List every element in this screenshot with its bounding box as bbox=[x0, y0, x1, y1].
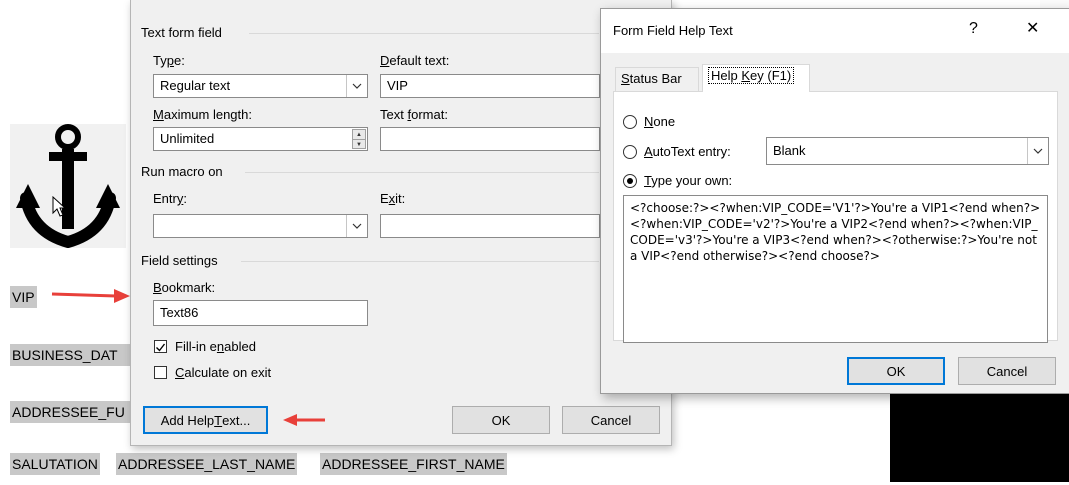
black-image-block bbox=[890, 392, 1069, 482]
red-arrow-icon bbox=[283, 414, 325, 426]
cancel-button[interactable]: Cancel bbox=[562, 406, 660, 434]
title-bar[interactable]: Form Field Help Text ? ✕ bbox=[601, 9, 1069, 53]
none-radio[interactable] bbox=[623, 115, 637, 129]
dialog-title: Form Field Help Text bbox=[613, 23, 733, 38]
entry-label: Entry: bbox=[153, 191, 187, 206]
max-length-spinner[interactable]: Unlimited ▲ ▼ bbox=[153, 127, 368, 151]
cancel-button[interactable]: Cancel bbox=[958, 357, 1056, 385]
fill-in-enabled-checkbox[interactable] bbox=[154, 340, 167, 353]
checkmark-icon bbox=[156, 343, 166, 352]
type-dropdown[interactable]: Regular text bbox=[153, 74, 368, 98]
bookmark-label: Bookmark: bbox=[153, 280, 216, 295]
autotext-label[interactable]: AutoText entry: bbox=[644, 144, 731, 159]
chevron-down-icon[interactable] bbox=[346, 215, 367, 237]
bookmark-input[interactable]: Text86 bbox=[153, 300, 368, 326]
section-field-settings: Field settings bbox=[141, 253, 218, 268]
calculate-on-exit-label[interactable]: Calculate on exit bbox=[175, 365, 271, 380]
radio-selected-dot bbox=[627, 178, 633, 184]
addressee-full-field[interactable]: ADDRESSEE_FU bbox=[10, 401, 130, 423]
tab-status-bar[interactable]: Status Bar bbox=[615, 67, 699, 91]
spin-up-icon[interactable]: ▲ bbox=[353, 130, 365, 140]
text-form-field-options-dialog: Text form field Type: Regular text Defau… bbox=[130, 0, 672, 446]
autotext-dropdown[interactable]: Blank bbox=[766, 137, 1049, 165]
exit-dropdown[interactable] bbox=[380, 214, 600, 238]
fill-in-enabled-label[interactable]: Fill-in enabled bbox=[175, 339, 256, 354]
business-date-field[interactable]: BUSINESS_DAT bbox=[10, 344, 130, 366]
help-text-textarea[interactable]: <?choose:?><?when:VIP_CODE='V1'?>You're … bbox=[623, 195, 1048, 343]
form-field-help-text-dialog: Form Field Help Text ? ✕ Status Bar Help… bbox=[600, 8, 1069, 394]
spin-down-icon[interactable]: ▼ bbox=[353, 140, 365, 149]
default-text-input[interactable]: VIP bbox=[380, 74, 600, 98]
anchor-image[interactable] bbox=[10, 124, 126, 249]
calculate-on-exit-checkbox[interactable] bbox=[154, 366, 167, 379]
section-text-form-field: Text form field bbox=[141, 25, 222, 40]
close-icon[interactable]: ✕ bbox=[1026, 18, 1039, 40]
help-icon[interactable]: ? bbox=[969, 18, 978, 40]
default-text-label: Default text: bbox=[380, 53, 450, 68]
vip-field[interactable]: VIP bbox=[10, 286, 37, 308]
tab-panel: None AutoText entry: Blank Type your own… bbox=[613, 91, 1058, 343]
salutation-field[interactable]: SALUTATION bbox=[10, 453, 100, 475]
entry-dropdown[interactable] bbox=[153, 214, 368, 238]
none-label[interactable]: None bbox=[644, 114, 675, 129]
max-length-value: Unlimited bbox=[160, 131, 215, 146]
tab-help-key[interactable]: Help Key (F1) bbox=[702, 64, 810, 92]
text-format-dropdown[interactable] bbox=[380, 127, 600, 151]
autotext-radio[interactable] bbox=[623, 145, 637, 159]
spinner-buttons[interactable]: ▲ ▼ bbox=[352, 129, 366, 149]
section-divider bbox=[245, 172, 599, 173]
exit-label: Exit: bbox=[380, 191, 406, 206]
anchor-icon bbox=[16, 124, 120, 249]
type-your-own-radio[interactable] bbox=[623, 174, 637, 188]
autotext-value: Blank bbox=[773, 143, 806, 158]
type-label: Type: bbox=[153, 53, 185, 68]
ok-button[interactable]: OK bbox=[452, 406, 550, 434]
addressee-first-name-field[interactable]: ADDRESSEE_FIRST_NAME bbox=[320, 453, 507, 475]
add-help-text-button[interactable]: Add Help Text... bbox=[143, 406, 268, 434]
chevron-down-icon[interactable] bbox=[346, 75, 367, 97]
chevron-down-icon[interactable] bbox=[1027, 138, 1048, 164]
text-format-label: Text format: bbox=[380, 107, 448, 122]
type-value: Regular text bbox=[160, 78, 231, 93]
ok-button[interactable]: OK bbox=[847, 357, 945, 385]
red-arrow-icon bbox=[51, 289, 130, 303]
section-divider bbox=[241, 261, 599, 262]
max-length-label: Maximum length: bbox=[153, 107, 252, 122]
mouse-cursor-icon bbox=[52, 196, 66, 217]
section-divider bbox=[249, 33, 599, 34]
type-your-own-label[interactable]: Type your own: bbox=[644, 173, 732, 188]
addressee-last-name-field[interactable]: ADDRESSEE_LAST_NAME bbox=[116, 453, 298, 475]
section-run-macro: Run macro on bbox=[141, 164, 223, 179]
